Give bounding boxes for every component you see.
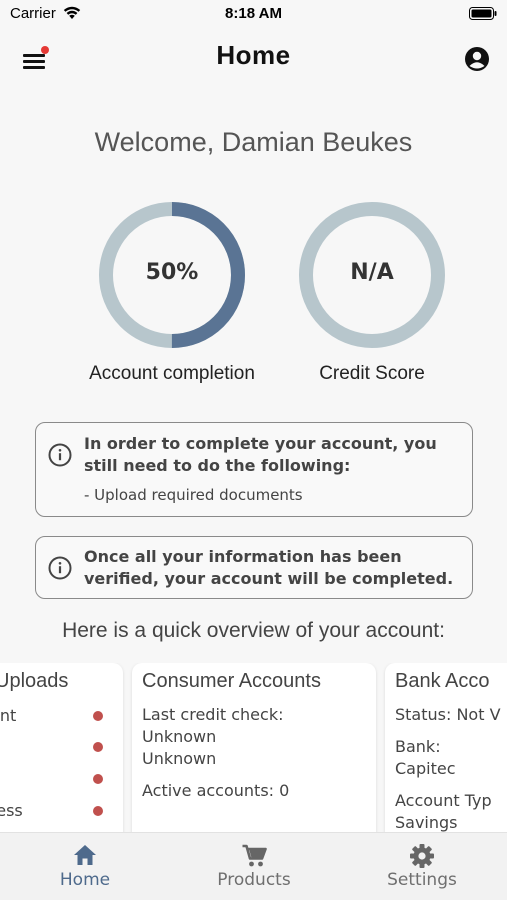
app-bar: Home (0, 28, 507, 86)
upload-item: ress (0, 801, 23, 820)
overview-cards-carousel[interactable]: Uploads ent ress Consumer Accounts Last … (0, 663, 507, 833)
pending-tasks-text: In order to complete your account, you s… (84, 434, 437, 475)
status-dot (93, 774, 103, 784)
bank-value: Capitec (395, 759, 456, 778)
pending-task-item: - Upload required documents (84, 486, 303, 504)
bank-status: Status: Not V (395, 705, 501, 724)
bank-account-card[interactable]: Bank Acco Status: Not V Bank: Capitec Ac… (385, 663, 507, 833)
info-icon (48, 443, 72, 467)
upload-item: ent (0, 706, 17, 725)
gear-icon (410, 844, 434, 868)
status-dot (93, 806, 103, 816)
status-dot (93, 742, 103, 752)
bottom-navigation: Home Products Settings (0, 832, 507, 900)
completion-value: 50% (145, 260, 199, 285)
account-completion-gauge: 50% (97, 200, 247, 350)
account-type-value: Savings (395, 813, 458, 832)
status-bar: Carrier 8:18 AM (0, 0, 507, 28)
card-title: Bank Acco (395, 670, 490, 692)
last-credit-check-label: Last credit check: (142, 705, 284, 724)
pending-tasks-notice: In order to complete your account, you s… (35, 422, 473, 517)
page-title: Home (216, 40, 291, 70)
credit-score-value: N/A (350, 260, 394, 285)
welcome-heading: Welcome, Damian Beukes (94, 127, 413, 157)
nav-settings-label: Settings (387, 870, 457, 890)
account-type-label: Account Typ (395, 791, 492, 810)
consumer-status-value: Unknown (142, 749, 217, 768)
credit-score-gauge: N/A (297, 200, 447, 350)
card-title: Uploads (0, 670, 69, 692)
card-title: Consumer Accounts (142, 670, 321, 692)
consumer-accounts-card[interactable]: Consumer Accounts Last credit check: Unk… (132, 663, 376, 833)
nav-home[interactable]: Home (25, 833, 145, 900)
nav-settings[interactable]: Settings (362, 833, 482, 900)
credit-score-label: Credit Score (319, 363, 425, 384)
status-dot (93, 711, 103, 721)
battery-icon (469, 7, 497, 20)
nav-products-label: Products (217, 870, 291, 890)
bank-label: Bank: (395, 737, 441, 756)
uploads-card[interactable]: Uploads ent ress (0, 663, 123, 833)
nav-products[interactable]: Products (194, 833, 314, 900)
account-circle-icon[interactable] (464, 46, 490, 72)
nav-home-label: Home (59, 870, 111, 890)
home-icon (74, 845, 96, 865)
status-time: 8:18 AM (225, 5, 282, 22)
overview-heading: Here is a quick overview of your account… (62, 619, 445, 642)
verification-notice: Once all your information has been verif… (35, 536, 473, 599)
verification-text: Once all your information has been verif… (84, 547, 454, 588)
cart-icon (242, 844, 267, 867)
last-credit-check-value: Unknown (142, 727, 217, 746)
info-icon (48, 556, 72, 580)
completion-label: Account completion (89, 363, 255, 384)
active-accounts: Active accounts: 0 (142, 781, 290, 800)
